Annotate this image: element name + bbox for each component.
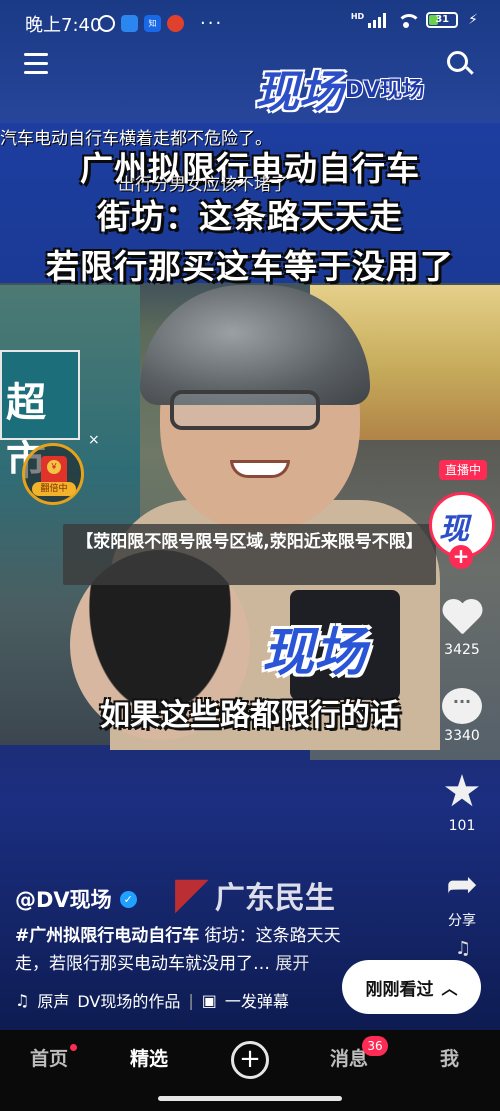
danmu-label[interactable]: 一发弹幕 bbox=[225, 988, 289, 1012]
share-label: 分享 bbox=[448, 913, 476, 929]
hashtag-link[interactable]: #广州拟限行电动自行车 bbox=[15, 926, 199, 946]
verified-icon: ✓ bbox=[119, 890, 137, 908]
channel-logo-mark-icon: ◤ bbox=[175, 868, 209, 919]
mouth bbox=[230, 460, 290, 478]
notification-icons: 知 ··· bbox=[98, 13, 223, 34]
create-button[interactable]: + bbox=[231, 1041, 269, 1079]
envelope-label: 翻倍中 bbox=[32, 482, 76, 496]
zhihu-icon: 知 bbox=[144, 15, 161, 32]
music-name: DV现场的作品 bbox=[77, 992, 181, 1011]
home-notification-dot bbox=[70, 1044, 77, 1051]
charging-icon: ⚡ bbox=[468, 12, 478, 28]
comment-count: 3340 bbox=[444, 728, 480, 744]
glasses bbox=[170, 390, 320, 430]
heart-icon bbox=[441, 600, 483, 638]
like-button[interactable]: 3425 bbox=[430, 600, 494, 658]
status-time: 晚上7:40 bbox=[25, 15, 102, 36]
chevron-up-icon: ︿ bbox=[441, 979, 458, 998]
close-icon[interactable]: × bbox=[88, 432, 100, 448]
comment-icon bbox=[442, 688, 482, 724]
tab-me[interactable]: 我 bbox=[440, 1044, 459, 1071]
signal-icon bbox=[368, 12, 387, 28]
hd-label: HD bbox=[350, 12, 365, 21]
system-icons: HD 31 ⚡ bbox=[351, 12, 478, 28]
tab-featured[interactable]: 精选 bbox=[130, 1044, 168, 1071]
more-notifications-icon: ··· bbox=[200, 13, 224, 34]
wifi-icon bbox=[396, 12, 422, 28]
share-icon: ➦ bbox=[446, 862, 478, 906]
post-description[interactable]: #广州拟限行电动自行车 街坊：这条路天天走，若限行那买电动车就没用了… 展开 bbox=[15, 922, 360, 978]
weibo-icon bbox=[167, 15, 184, 32]
favorite-button[interactable]: ★ 101 bbox=[430, 766, 494, 835]
alarm-icon bbox=[98, 15, 115, 32]
video-subtitle: 如果这些路都限行的话 bbox=[100, 698, 400, 733]
author-name[interactable]: @DV现场 ✓ bbox=[15, 884, 137, 914]
app-notification-icon bbox=[121, 15, 138, 32]
favorite-count: 101 bbox=[448, 818, 476, 834]
music-note-icon: ♫ bbox=[455, 938, 472, 959]
share-button[interactable]: ➦ 分享 bbox=[430, 862, 494, 930]
like-count: 3425 bbox=[444, 642, 480, 658]
red-envelope-widget[interactable]: ￥ 翻倍中 bbox=[22, 443, 84, 505]
music-label: 原声 bbox=[37, 992, 70, 1011]
live-badge[interactable]: 直播中 bbox=[439, 460, 487, 480]
divider: | bbox=[188, 990, 194, 1010]
comment-button[interactable]: 3340 bbox=[430, 688, 494, 744]
battery-icon: 31 bbox=[426, 12, 459, 28]
expand-link[interactable]: 展开 bbox=[270, 954, 309, 974]
star-icon: ★ bbox=[442, 766, 482, 817]
coin-icon: ￥ bbox=[47, 460, 61, 474]
follow-button[interactable]: + bbox=[449, 545, 473, 569]
music-icon: ♫ bbox=[15, 990, 30, 1010]
store-sign: 超市 bbox=[0, 350, 80, 484]
banner-line-2: 街坊：这条路天天走 bbox=[97, 197, 403, 236]
video-watermark: 现场 bbox=[262, 623, 367, 683]
search-icon[interactable] bbox=[447, 51, 474, 77]
article-title-overlay: 【荥阳限不限号限号区域,荥阳近来限号不限】 bbox=[63, 524, 436, 585]
danmu-icon: ▣ bbox=[201, 990, 217, 1010]
messages-badge: 36 bbox=[362, 1036, 388, 1056]
tab-home[interactable]: 首页 bbox=[30, 1044, 68, 1071]
channel-brand-logo: 现场 DV现场 bbox=[255, 67, 425, 118]
menu-icon[interactable] bbox=[24, 53, 48, 75]
recently-watched-button[interactable]: 刚刚看过 ︿ bbox=[342, 960, 481, 1014]
status-bar: 晚上7:40 知 ··· HD 31 ⚡ bbox=[0, 0, 500, 44]
home-indicator[interactable] bbox=[158, 1096, 342, 1101]
banner-line-3: 若限行那买这车等于没用了 bbox=[46, 247, 454, 286]
music-row[interactable]: ♫ 原声 DV现场的作品 | ▣ 一发弹幕 bbox=[15, 988, 355, 1012]
channel-logo: ◤ 广东民生 bbox=[175, 868, 335, 919]
